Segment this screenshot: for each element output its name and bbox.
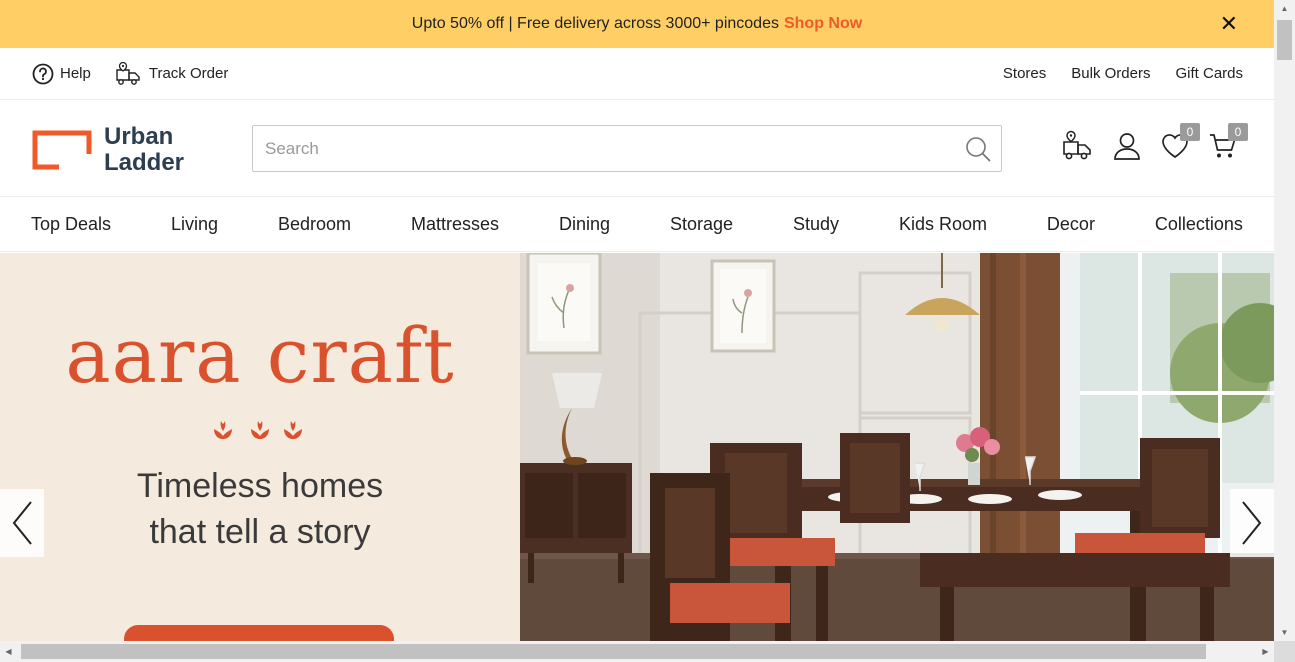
header-icons: 0 0 bbox=[1044, 123, 1248, 167]
hero-banner[interactable]: aara craft Timeless homes that tell a st… bbox=[0, 253, 1274, 641]
nav-item-storage[interactable]: Storage bbox=[670, 214, 733, 235]
carousel-next-button[interactable] bbox=[1230, 489, 1274, 557]
dining-room-image bbox=[520, 253, 1274, 641]
main-header: Urban Ladder Search 0 0 bbox=[0, 100, 1274, 197]
utility-bar: Help Track Order Stores Bulk Orders Gift… bbox=[0, 48, 1274, 100]
cart-button[interactable]: 0 bbox=[1208, 123, 1248, 166]
track-order-link[interactable]: Track Order bbox=[115, 61, 228, 87]
scroll-left-icon[interactable]: ◀ bbox=[0, 641, 17, 662]
page-viewport: Upto 50% off | Free delivery across 3000… bbox=[0, 0, 1274, 641]
nav-item-living[interactable]: Living bbox=[171, 214, 218, 235]
wishlist-button[interactable]: 0 bbox=[1160, 123, 1200, 166]
nav-item-study[interactable]: Study bbox=[793, 214, 839, 235]
track-order-button[interactable] bbox=[1062, 130, 1094, 167]
gift-cards-link[interactable]: Gift Cards bbox=[1175, 65, 1243, 82]
nav-item-top-deals[interactable]: Top Deals bbox=[31, 214, 111, 235]
scroll-right-icon[interactable]: ▶ bbox=[1257, 641, 1274, 662]
wishlist-count-badge: 0 bbox=[1180, 123, 1200, 141]
help-circle-icon bbox=[32, 63, 54, 84]
horizontal-scroll-thumb[interactable] bbox=[21, 644, 1206, 659]
category-nav: Top Deals Living Bedroom Mattresses Dini… bbox=[0, 197, 1274, 252]
nav-item-mattresses[interactable]: Mattresses bbox=[411, 214, 499, 235]
flower-motif-icon bbox=[214, 421, 302, 439]
horizontal-scrollbar[interactable]: ◀ ▶ bbox=[0, 641, 1274, 662]
chevron-left-icon bbox=[12, 501, 32, 545]
search-box bbox=[252, 125, 1002, 172]
promo-banner: Upto 50% off | Free delivery across 3000… bbox=[0, 0, 1274, 48]
delivery-truck-icon bbox=[116, 61, 140, 85]
cart-count-badge: 0 bbox=[1228, 123, 1248, 141]
help-label: Help bbox=[60, 65, 91, 82]
track-order-label: Track Order bbox=[148, 65, 229, 82]
brand-logo[interactable]: Urban Ladder bbox=[32, 124, 184, 176]
brand-line-1: Urban bbox=[104, 123, 174, 150]
logo-mark-icon bbox=[32, 130, 92, 171]
scroll-up-icon[interactable]: ▲ bbox=[1274, 0, 1295, 17]
scrollbar-corner bbox=[1274, 641, 1295, 662]
chevron-right-icon bbox=[1242, 501, 1262, 545]
hero-cta-button[interactable] bbox=[124, 625, 394, 641]
nav-item-decor[interactable]: Decor bbox=[1047, 214, 1095, 235]
vertical-scrollbar[interactable]: ▲ ▼ bbox=[1274, 0, 1295, 641]
user-icon bbox=[1114, 133, 1140, 160]
nav-item-dining[interactable]: Dining bbox=[559, 214, 610, 235]
search-button[interactable] bbox=[955, 126, 1001, 172]
close-icon[interactable]: ✕ bbox=[1220, 11, 1238, 37]
nav-item-bedroom[interactable]: Bedroom bbox=[278, 214, 351, 235]
nav-item-collections[interactable]: Collections bbox=[1155, 214, 1243, 235]
stores-link[interactable]: Stores bbox=[1003, 65, 1046, 82]
vertical-scroll-thumb[interactable] bbox=[1277, 20, 1292, 60]
bulk-orders-link[interactable]: Bulk Orders bbox=[1071, 65, 1150, 82]
delivery-truck-icon bbox=[1063, 130, 1091, 160]
shop-now-link[interactable]: Shop Now bbox=[784, 15, 862, 33]
carousel-prev-button[interactable] bbox=[0, 489, 44, 557]
hero-subtitle-line-1: Timeless homes bbox=[136, 467, 384, 505]
brand-line-2: Ladder bbox=[104, 149, 185, 176]
nav-item-kids-room[interactable]: Kids Room bbox=[899, 214, 987, 235]
hero-subtitle-line-2: that tell a story bbox=[149, 513, 371, 551]
hero-title: aara craft bbox=[65, 311, 455, 400]
scroll-down-icon[interactable]: ▼ bbox=[1274, 624, 1295, 641]
search-input[interactable] bbox=[253, 126, 955, 171]
help-link[interactable]: Help bbox=[32, 63, 91, 85]
magnifier-icon bbox=[966, 136, 991, 161]
account-button[interactable] bbox=[1112, 131, 1142, 166]
hero-text-panel: aara craft Timeless homes that tell a st… bbox=[0, 253, 520, 641]
promo-text: Upto 50% off | Free delivery across 3000… bbox=[411, 15, 779, 32]
